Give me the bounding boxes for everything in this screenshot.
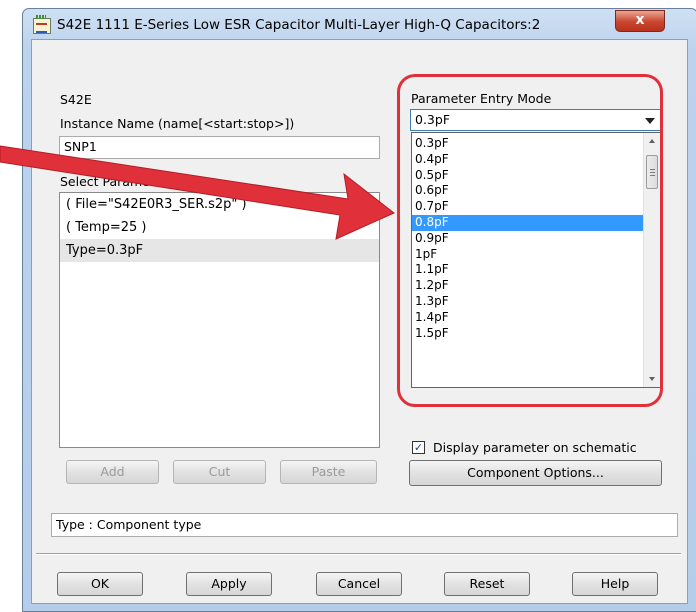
annotation-arrow (0, 145, 395, 240)
arrow-shape (0, 145, 395, 240)
screen: { "window": { "title": "S42E 1111 E-Seri… (0, 0, 696, 612)
